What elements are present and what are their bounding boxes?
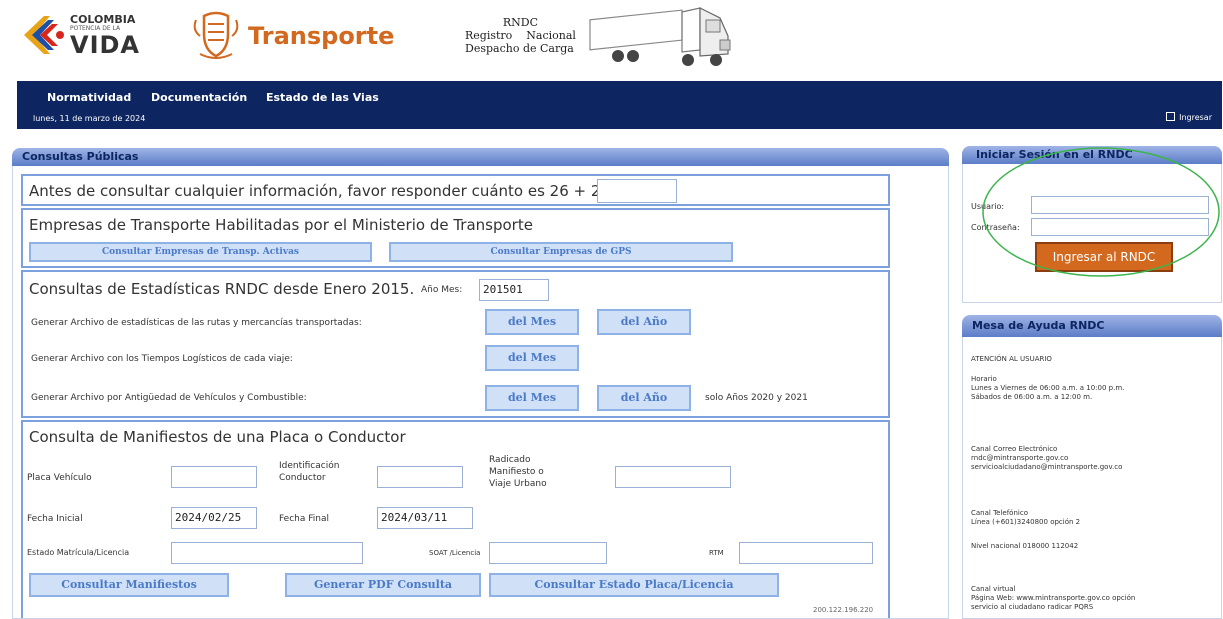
fecha-final-label: Fecha Final — [279, 514, 329, 524]
virtual-label: Canal virtual — [971, 585, 1016, 593]
truck-image — [589, 7, 731, 66]
identificacion-label: Identificación Conductor — [279, 460, 339, 484]
ingresar-link[interactable]: Ingresar — [1166, 112, 1212, 122]
manifiestos-box: Consulta de Manifiestos de una Placa o C… — [21, 420, 890, 618]
atencion-text: ATENCIÓN AL USUARIO — [971, 355, 1052, 363]
logo-big-text: VIDA — [70, 31, 140, 59]
antiguedad-label: Generar Archivo por Antigüedad de Vehícu… — [31, 393, 307, 403]
telefono-label: Canal Telefónico — [971, 509, 1028, 517]
ip-address: 200.122.196.220 — [813, 606, 874, 614]
colombia-flag-icon — [24, 16, 64, 54]
logo-top-text: COLOMBIA — [70, 13, 136, 26]
coat-of-arms-icon — [193, 11, 239, 59]
radicado-label-3: Viaje Urbano — [489, 479, 547, 489]
placa-label: Placa Vehículo — [27, 473, 92, 483]
rndc-header: RNDC Registro Nacional Despacho de Carga — [465, 16, 576, 55]
placa-input[interactable] — [171, 466, 257, 488]
brand-transporte: Transporte — [248, 22, 395, 50]
rndc-title: RNDC — [502, 16, 539, 29]
correo-line-2[interactable]: servicioalciudadano@mintransporte.gov.co — [971, 463, 1122, 472]
help-panel: Mesa de Ayuda RNDC ATENCIÓN AL USUARIO H… — [962, 315, 1222, 619]
highlight-circle — [982, 147, 1220, 277]
identificacion-input[interactable] — [377, 466, 463, 488]
rtm-label: RTM — [709, 549, 724, 557]
radicado-label: Radicado Manifiesto o Viaje Urbano — [489, 454, 547, 490]
identificacion-label-1: Identificación — [279, 461, 340, 471]
nav-documentacion[interactable]: Documentación — [151, 91, 247, 104]
radicado-input[interactable] — [615, 466, 731, 488]
rutas-del-mes-button[interactable]: del Mes — [485, 309, 579, 335]
rndc-line1: Registro Nacional — [465, 29, 576, 42]
navbar: Normatividad Documentación Estado de las… — [17, 81, 1222, 129]
empresas-box: Empresas de Transporte Habilitadas por e… — [21, 208, 890, 268]
antiguedad-del-anio-button[interactable]: del Año — [597, 385, 691, 411]
consultar-manifiestos-button[interactable]: Consultar Manifiestos — [29, 573, 229, 597]
tiempos-label: Generar Archivo con los Tiempos Logístic… — [31, 354, 293, 364]
antiguedad-del-mes-button[interactable]: del Mes — [485, 385, 579, 411]
fecha-inicial-input[interactable]: 2024/02/25 — [171, 507, 257, 529]
anio-mes-label: Año Mes: — [421, 285, 463, 295]
manifiestos-title: Consulta de Manifiestos de una Placa o C… — [29, 428, 406, 446]
telefono-line-1: Línea (+601)3240800 opción 2 — [971, 518, 1081, 526]
identificacion-label-2: Conductor — [279, 473, 326, 483]
estado-matricula-input[interactable] — [171, 542, 363, 564]
captcha-question: Antes de consultar cualquier información… — [29, 182, 610, 200]
rutas-label: Generar Archivo de estadísticas de las r… — [31, 318, 362, 328]
virtual-line-2: servicio al ciudadano radicar PQRS — [971, 603, 1094, 611]
anio-mes-input[interactable]: 201501 — [479, 279, 549, 301]
solo-anios-note: solo Años 2020 y 2021 — [705, 393, 808, 403]
captcha-box: Antes de consultar cualquier información… — [21, 174, 890, 206]
empresas-title: Empresas de Transporte Habilitadas por e… — [29, 216, 533, 234]
rutas-del-anio-button[interactable]: del Año — [597, 309, 691, 335]
rndc-line2: Despacho de Carga — [465, 42, 574, 55]
radicado-label-1: Radicado — [489, 455, 531, 465]
nav-estado-vias[interactable]: Estado de las Vias — [266, 91, 379, 104]
consultar-estado-placa-button[interactable]: Consultar Estado Placa/Licencia — [489, 573, 779, 597]
generar-pdf-button[interactable]: Generar PDF Consulta — [285, 573, 481, 597]
horario-label: Horario — [971, 375, 997, 383]
estado-matricula-label: Estado Matrícula/Licencia — [27, 548, 130, 557]
consultar-empresas-activas-button[interactable]: Consultar Empresas de Transp. Activas — [29, 242, 372, 262]
telefono-line-2: Nivel nacional 018000 112042 — [971, 542, 1079, 550]
login-icon — [1166, 112, 1176, 121]
panel-title: Consultas Públicas — [12, 148, 949, 166]
consultas-panel: Consultas Públicas Antes de consultar cu… — [12, 148, 949, 619]
soat-input[interactable] — [489, 542, 607, 564]
horario-line-2: Sábados de 06:00 a.m. a 12:00 m. — [971, 393, 1093, 401]
soat-label: SOAT /Licencia — [429, 549, 481, 557]
virtual-line-1[interactable]: Página Web: www.mintransporte.gov.co opc… — [971, 594, 1135, 603]
rtm-input[interactable] — [739, 542, 873, 564]
help-title: Mesa de Ayuda RNDC — [962, 315, 1222, 337]
estadisticas-box: Consultas de Estadísticas RNDC desde Ene… — [21, 270, 890, 418]
radicado-label-2: Manifiesto o — [489, 467, 544, 477]
captcha-input[interactable] — [597, 179, 677, 203]
fecha-inicial-label: Fecha Inicial — [27, 514, 83, 524]
tiempos-del-mes-button[interactable]: del Mes — [485, 345, 579, 371]
correo-label: Canal Correo Electrónico — [971, 445, 1058, 453]
horario-line-1: Lunes a Viernes de 06:00 a.m. a 10:00 p.… — [971, 384, 1125, 392]
ingresar-label: Ingresar — [1179, 113, 1212, 122]
current-date: lunes, 11 de marzo de 2024 — [33, 114, 146, 123]
fecha-final-input[interactable]: 2024/03/11 — [377, 507, 473, 529]
correo-line-1[interactable]: rndc@mintransporte.gov.co — [971, 454, 1068, 463]
consultar-empresas-gps-button[interactable]: Consultar Empresas de GPS — [389, 242, 733, 262]
estadisticas-title: Consultas de Estadísticas RNDC desde Ene… — [29, 280, 415, 298]
login-panel: Iniciar Sesión en el RNDC Usuario: Contr… — [962, 146, 1222, 303]
colombia-logo: COLOMBIA POTENCIA DE LA VIDA — [20, 10, 160, 62]
nav-normatividad[interactable]: Normatividad — [47, 91, 131, 104]
